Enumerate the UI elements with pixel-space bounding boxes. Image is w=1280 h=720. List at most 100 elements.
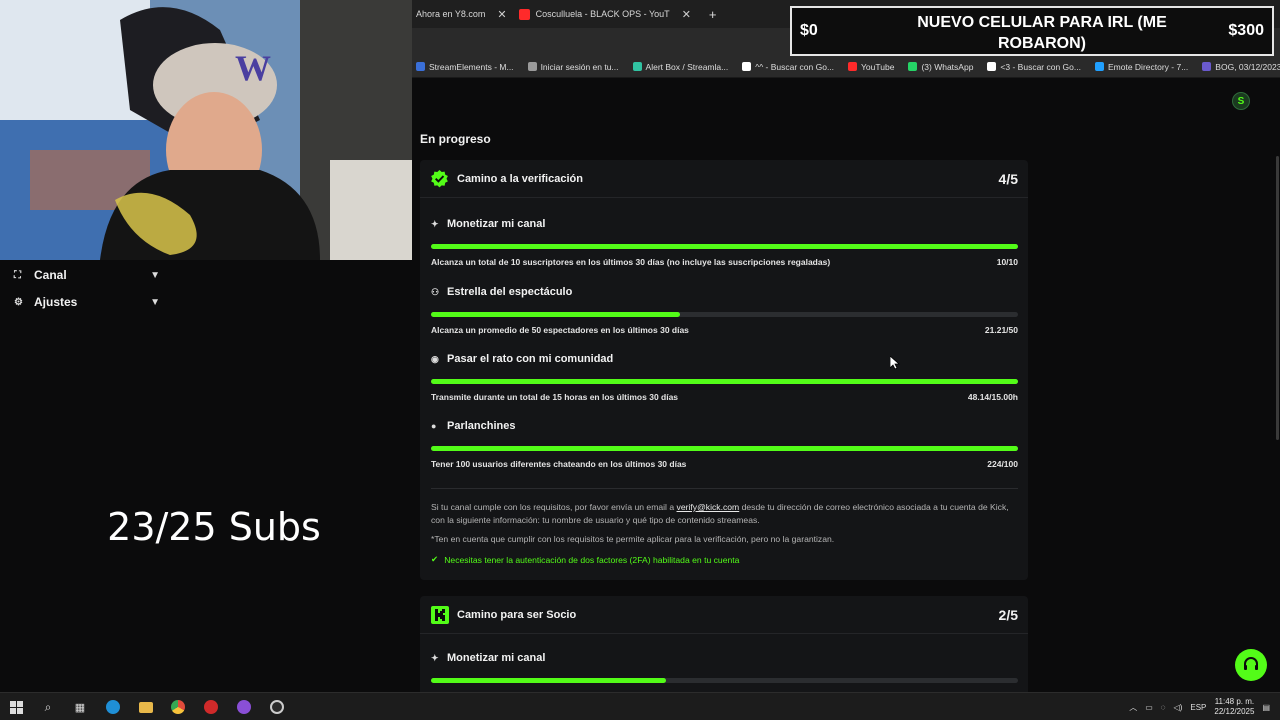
info-text: Si tu canal cumple con los requisitos, p… [431,502,675,512]
network-icon[interactable]: ▭ [1145,703,1153,712]
bookmark-label: (3) WhatsApp [921,61,974,72]
progress-bar [431,312,1018,317]
progress-fill [431,244,1018,249]
chevron-down-icon: ▼ [150,269,160,281]
channel-icon: ⛶ [14,269,21,281]
goal-start: $0 [800,22,818,39]
kick-profile-icon[interactable]: S [1232,92,1250,110]
requirement-description: Alcanza un total de 10 suscriptores en l… [431,257,831,267]
folder-icon[interactable] [138,699,154,715]
browser-tab-youtube[interactable]: Cosculluela - BLACK OPS - YouT ✕ [517,0,701,28]
progress-bar [431,379,1018,384]
requirement-title: Parlanchines [447,420,516,432]
card-title: Camino para ser Socio [457,608,577,621]
progress-fill [431,678,666,683]
bookmark-item[interactable]: ^^ - Buscar con Go... [742,62,834,72]
partner-card: Camino para ser Socio 2/5 ✦ Monetizar mi … [420,596,1028,692]
bookmark-favicon-icon [742,62,752,71]
partner-card-header[interactable]: Camino para ser Socio 2/5 [420,596,1028,634]
windows-start-icon[interactable] [8,699,24,715]
bookmark-label: <3 - Buscar con Go... [1000,61,1081,72]
wifi-icon[interactable]: ◌ [1161,703,1166,712]
bookmark-favicon-icon [987,62,997,71]
section-title: En progreso [420,132,491,146]
sidebar: ⛶ Canal ▼ ⚙ Ajustes ▼ [0,260,412,692]
bookmark-item[interactable]: (3) WhatsApp [908,62,973,72]
bookmark-item[interactable]: BOG, 03/12/2023 [1202,62,1280,72]
progress-bar [431,244,1018,249]
bookmark-item[interactable]: <3 - Buscar con Go... [987,62,1081,72]
card-progress-count: 4/5 [998,170,1018,187]
bookmark-favicon-icon [416,62,425,71]
sidebar-item-label: Canal [34,268,67,282]
requirement-title: Monetizar mi canal [447,218,546,230]
requirement-chatters: ● Parlanchines Tener 100 usuarios diferen… [431,420,1018,469]
bookmark-label: Emote Directory - 7... [1107,61,1189,72]
bookmark-label: Iniciar sesión en tu... [540,61,619,72]
clock-date: 22/12/2025 [1214,707,1255,716]
bookmark-item[interactable]: Iniciar sesión en tu... [527,61,619,72]
users-icon: ⚇ [431,286,440,297]
verify-email-link[interactable]: verify@kick.com [677,502,740,512]
goal-title: NUEVO CELULAR PARA IRL (ME ROBARON) [917,14,1167,52]
sidebar-item-label: Ajustes [34,295,78,309]
task-view-icon[interactable]: ▦ [72,699,88,715]
webcam-feed: W [0,0,412,260]
bookmark-item[interactable]: Alert Box / Streamla... [632,61,729,72]
clock[interactable]: 11:48 p. m. 22/12/2025 [1214,697,1254,717]
progress-fill [431,379,1018,384]
card-progress-count: 2/5 [998,606,1018,623]
mouse-cursor [889,355,901,375]
help-chat-button[interactable] [1235,649,1267,681]
verification-info: Si tu canal cumple con los requisitos, p… [431,501,1021,527]
new-tab-button[interactable]: + [701,7,725,22]
browser-tab-y8[interactable]: Ahora en Y8.com ✕ [414,0,517,28]
bookmark-label: Alert Box / Streamla... [645,61,729,72]
close-icon[interactable]: ✕ [682,8,691,21]
check-icon: ✔ [431,554,439,564]
requirement-description: Alcanza un promedio de 50 espectadores e… [431,325,689,335]
bookmarks-bar: StreamElements - M... Iniciar sesión en t… [412,56,1280,78]
requirement-description: Transmite durante un total de 15 horas e… [431,392,679,402]
chevron-up-icon[interactable]: ︿ [1129,702,1137,713]
notifications-icon[interactable]: ▤ [1262,703,1270,712]
taskbar: ⌕ ▦ ︿ ▭ ◌ ◁) ESP 11:48 p. m. 22/12/2025 … [0,692,1280,720]
bookmark-favicon-icon [632,62,642,71]
donation-goal-overlay: $0 NUEVO CELULAR PARA IRL (ME ROBARON) $… [790,6,1274,56]
youtube-icon [518,8,530,20]
scrollbar[interactable] [1276,156,1279,440]
goal-end: $300 [1228,22,1264,39]
gear-icon: ⚙ [14,296,23,308]
bookmark-item[interactable]: YouTube [848,62,894,72]
requirement-monetize: ✦ Monetizar mi canal Alcanza un total de … [431,218,1018,267]
sparkle-icon: ✦ [431,652,439,663]
main-content: S En progreso Camino a la verificación 4… [412,78,1280,692]
bookmark-favicon-icon [527,62,537,71]
requirement-value: 224/100 [987,459,1018,469]
app-red-icon[interactable] [203,699,219,715]
language-indicator[interactable]: ESP [1190,703,1206,712]
bookmark-label: BOG, 03/12/2023 [1215,61,1280,72]
bookmark-favicon-icon [908,62,918,71]
clock-time: 11:48 p. m. [1214,697,1255,706]
requirement-viewers: ⚇ Estrella del espectáculo Alcanza un pro… [431,286,1018,335]
edge-icon[interactable] [105,699,121,715]
search-icon[interactable]: ⌕ [40,699,56,715]
bookmark-label: StreamElements - M... [429,61,514,72]
close-icon[interactable]: ✕ [497,8,506,21]
bookmark-item[interactable]: Emote Directory - 7... [1094,61,1189,72]
requirement-value: 48.14/15.00h [967,392,1018,402]
chrome-icon[interactable] [170,699,186,715]
chat-icon: ● [431,421,437,431]
app-purple-icon[interactable] [236,699,252,715]
card-title: Camino a la verificación [457,172,583,185]
sidebar-item-ajustes[interactable]: ⚙ Ajustes ▼ [14,295,160,309]
obs-icon[interactable] [269,699,285,715]
verification-card-header[interactable]: Camino a la verificación 4/5 [420,160,1028,198]
requirement-description: Tener 100 usuarios diferentes chateando … [431,459,687,469]
requirement-value: 21.21/50 [984,325,1018,335]
bookmark-favicon-icon [1202,62,1212,71]
bookmark-item[interactable]: StreamElements - M... [416,62,514,72]
sidebar-item-canal[interactable]: ⛶ Canal ▼ [14,268,160,282]
volume-icon[interactable]: ◁) [1174,703,1183,712]
